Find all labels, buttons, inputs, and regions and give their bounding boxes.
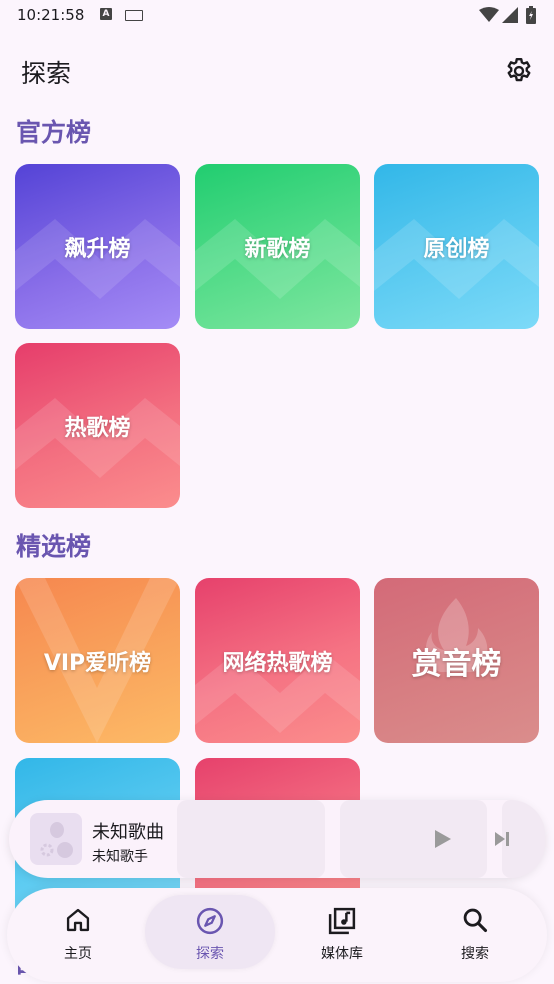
skip-next-icon[interactable] <box>493 829 513 849</box>
nav-label-library: 媒体库 <box>321 946 363 962</box>
compass-icon <box>196 907 224 935</box>
nav-label-search: 搜索 <box>461 946 489 962</box>
chart-card-label: 网络热歌榜 <box>222 650 333 676</box>
chart-card-label: 飙升榜 <box>64 236 131 262</box>
library-icon <box>328 907 356 935</box>
chart-card-original[interactable]: 原创榜 <box>374 164 539 329</box>
chart-card-hot-songs[interactable]: 热歌榜 <box>15 343 180 508</box>
chart-card-network-hot[interactable]: 网络热歌榜 <box>195 578 360 743</box>
bottom-navigation: 主页 探索 媒体库 搜索 <box>7 888 547 982</box>
nav-item-home[interactable]: 主页 <box>13 888 143 982</box>
status-bar: 10:21:58 A <box>0 0 554 32</box>
chart-card-vip[interactable]: VIP爱听榜 <box>15 578 180 743</box>
status-time: 10:21:58 <box>17 6 85 24</box>
gear-icon <box>507 57 531 82</box>
chart-card-reward[interactable]: 赏音榜 <box>374 578 539 743</box>
wifi-icon <box>479 7 499 22</box>
signal-icon <box>502 7 518 23</box>
mini-player-ghost-panel <box>340 800 487 878</box>
now-playing-artist: 未知歌手 <box>92 849 148 865</box>
mini-player-ghost-panel <box>177 800 325 878</box>
now-playing-title: 未知歌曲 <box>92 822 164 843</box>
notification-a-icon: A <box>100 8 112 20</box>
page-title: 探索 <box>21 59 72 88</box>
chart-card-label: 原创榜 <box>423 236 490 262</box>
chart-card-soaring[interactable]: 飙升榜 <box>15 164 180 329</box>
play-icon[interactable] <box>433 828 453 850</box>
search-icon <box>463 908 488 933</box>
chart-card-label: 赏音榜 <box>411 646 502 682</box>
app-header: 探索 <box>0 40 554 100</box>
nav-item-library[interactable]: 媒体库 <box>277 888 407 982</box>
nav-item-explore[interactable]: 探索 <box>145 888 275 982</box>
section-title-featured: 精选榜 <box>16 532 92 561</box>
battery-icon <box>526 6 536 24</box>
chart-card-label: 新歌榜 <box>244 236 311 262</box>
section-title-official: 官方榜 <box>16 118 92 147</box>
keyboard-icon <box>125 10 143 21</box>
nav-item-search[interactable]: 搜索 <box>410 888 540 982</box>
album-art-placeholder <box>30 813 82 865</box>
chart-card-new-songs[interactable]: 新歌榜 <box>195 164 360 329</box>
music-placeholder-icon <box>40 822 73 858</box>
chart-card-label: 热歌榜 <box>64 415 131 441</box>
nav-label-explore: 探索 <box>196 946 224 962</box>
settings-button[interactable] <box>504 56 534 86</box>
home-icon <box>66 908 90 932</box>
mini-player[interactable]: 未知歌曲 未知歌手 <box>9 800 545 878</box>
nav-label-home: 主页 <box>64 946 92 962</box>
chart-card-label: VIP爱听榜 <box>43 650 152 676</box>
